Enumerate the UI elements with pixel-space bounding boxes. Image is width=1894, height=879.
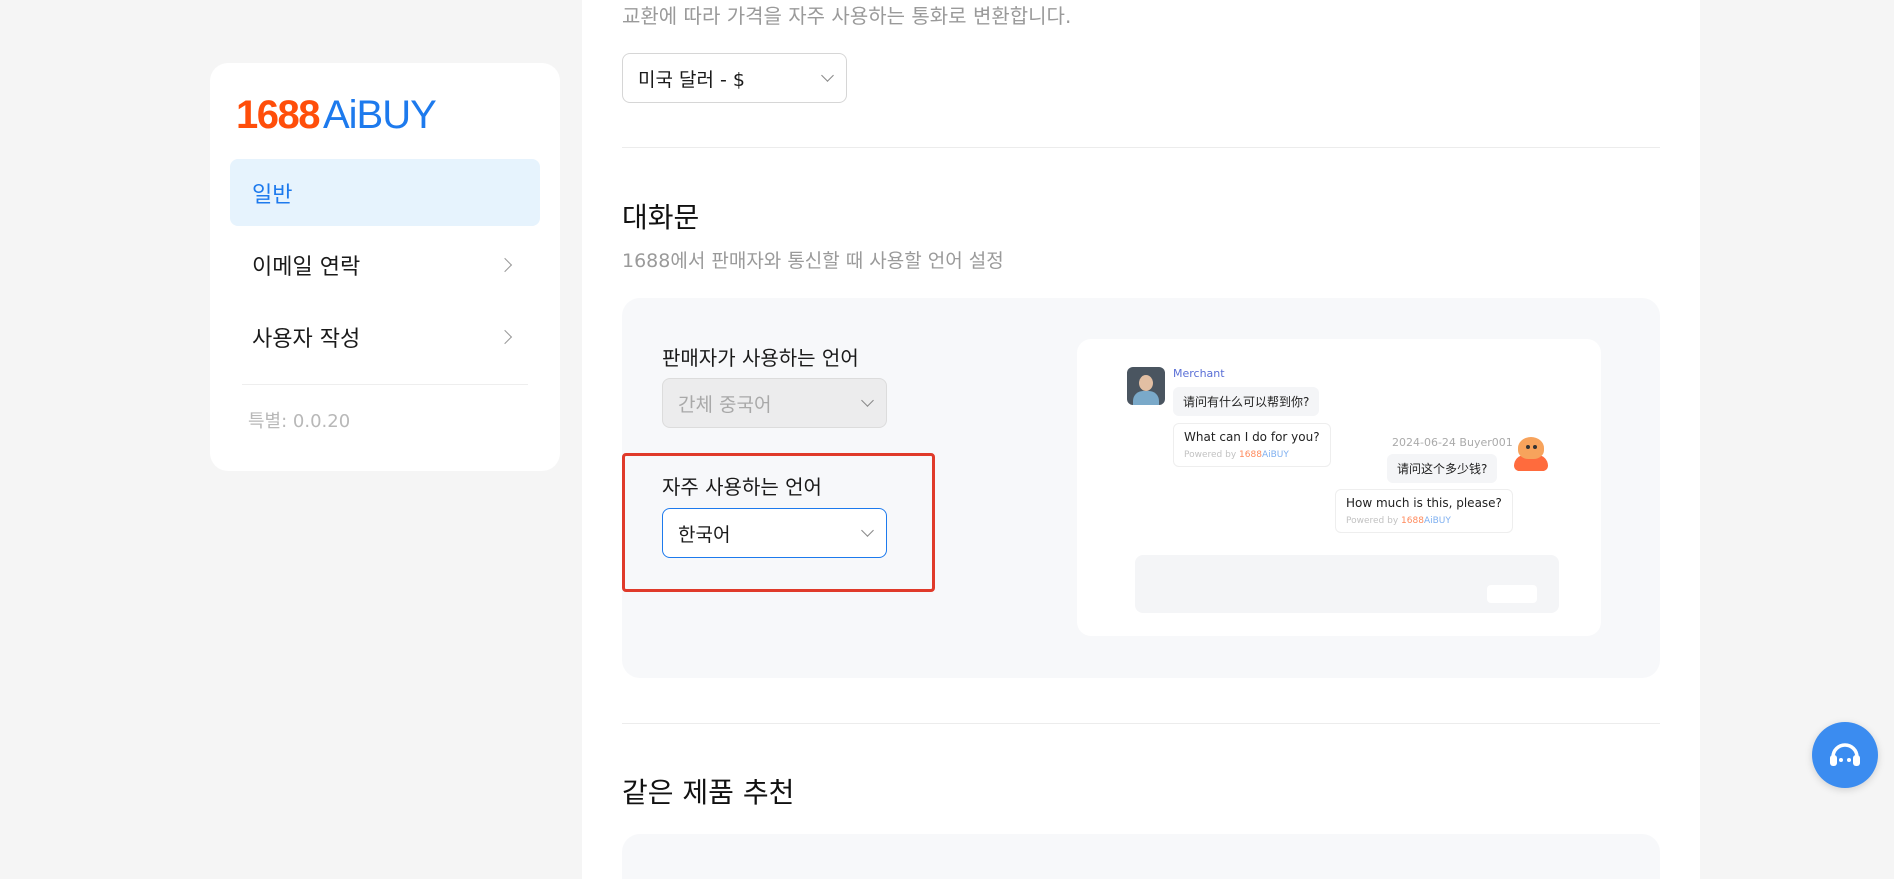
powered-by-numeral: 1688: [1401, 516, 1424, 526]
frequent-language-value: 한국어: [678, 523, 731, 546]
conversation-section-description: 1688에서 판매자와 통신할 때 사용할 언어 설정: [622, 250, 1004, 272]
conversation-section-title: 대화문: [622, 201, 700, 234]
seller-language-select: 간체 중국어: [662, 378, 887, 428]
sidebar: 1688 AiBUY 일반 이메일 연락 사용자 작성 특별: 0.0.20: [210, 63, 560, 471]
sidebar-item-user-compose[interactable]: 사용자 작성: [230, 303, 540, 370]
version-label: 특별: 0.0.20: [248, 411, 351, 432]
buyer-message-en: How much is this, please? Powered by 168…: [1335, 489, 1513, 533]
settings-panel: 교환에 따라 가격을 자주 사용하는 통화로 변환합니다. 미국 달러 - $ …: [582, 0, 1700, 879]
sidebar-divider: [242, 384, 528, 385]
powered-by-numeral: 1688: [1239, 450, 1262, 460]
sidebar-item-label: 일반: [252, 182, 293, 208]
sidebar-item-general[interactable]: 일반: [230, 159, 540, 226]
currency-select[interactable]: 미국 달러 - $: [622, 53, 847, 103]
chevron-down-icon: [821, 69, 834, 82]
currency-description: 교환에 따라 가격을 자주 사용하는 통화로 변환합니다.: [622, 4, 1072, 28]
buyer-avatar-icon: [1512, 437, 1550, 471]
sidebar-item-label: 이메일 연락: [252, 254, 361, 280]
buyer-message-en-text: How much is this, please?: [1346, 496, 1502, 510]
seller-language-value: 간체 중국어: [678, 393, 772, 416]
recommend-section-title: 같은 제품 추천: [622, 776, 795, 809]
merchant-message-en: What can I do for you? Powered by 1688Ai…: [1173, 423, 1331, 467]
chevron-right-icon: [497, 329, 513, 344]
currency-select-value: 미국 달러 - $: [638, 68, 745, 91]
chevron-right-icon: [497, 257, 513, 272]
powered-by-text: Powered by: [1346, 516, 1399, 526]
sidebar-item-label: 사용자 작성: [252, 326, 361, 352]
powered-by-label: Powered by 1688AiBUY: [1184, 450, 1320, 460]
merchant-avatar: [1127, 367, 1165, 405]
app-logo: 1688 AiBUY: [236, 93, 540, 143]
recommend-settings-card: [622, 834, 1660, 879]
powered-by-brand: AiBUY: [1423, 516, 1451, 526]
logo-brand: AiBUY: [322, 93, 437, 137]
section-divider: [622, 723, 1660, 724]
customer-support-button[interactable]: [1812, 722, 1878, 788]
buyer-message-zh: 请问这个多少钱?: [1387, 454, 1498, 483]
buyer-meta: 2024-06-24 Buyer001: [1392, 436, 1513, 449]
powered-by-text: Powered by: [1184, 450, 1237, 460]
merchant-name: Merchant: [1173, 367, 1225, 380]
chat-preview: Merchant 请问有什么可以帮到你? What can I do for y…: [1077, 339, 1601, 636]
chevron-down-icon: [861, 394, 874, 407]
merchant-message-zh: 请问有什么可以帮到你?: [1173, 387, 1320, 416]
sidebar-item-email-contact[interactable]: 이메일 연락: [230, 231, 540, 298]
seller-language-label: 판매자가 사용하는 언어: [662, 346, 859, 370]
powered-by-brand: AiBUY: [1261, 450, 1289, 460]
logo-numeral: 1688: [236, 93, 320, 137]
chevron-down-icon: [861, 524, 874, 537]
section-divider: [622, 147, 1660, 148]
sidebar-nav: 일반 이메일 연락 사용자 작성: [230, 159, 540, 370]
send-button-preview: [1487, 585, 1537, 603]
chat-input-preview: [1135, 555, 1559, 613]
merchant-message-en-text: What can I do for you?: [1184, 430, 1320, 444]
frequent-language-label: 자주 사용하는 언어: [662, 475, 822, 499]
language-settings-card: 판매자가 사용하는 언어 간체 중국어 자주 사용하는 언어 한국어 Merch…: [622, 298, 1660, 678]
headset-icon: [1830, 743, 1860, 766]
powered-by-label: Powered by 1688AiBUY: [1346, 516, 1502, 526]
frequent-language-select[interactable]: 한국어: [662, 508, 887, 558]
